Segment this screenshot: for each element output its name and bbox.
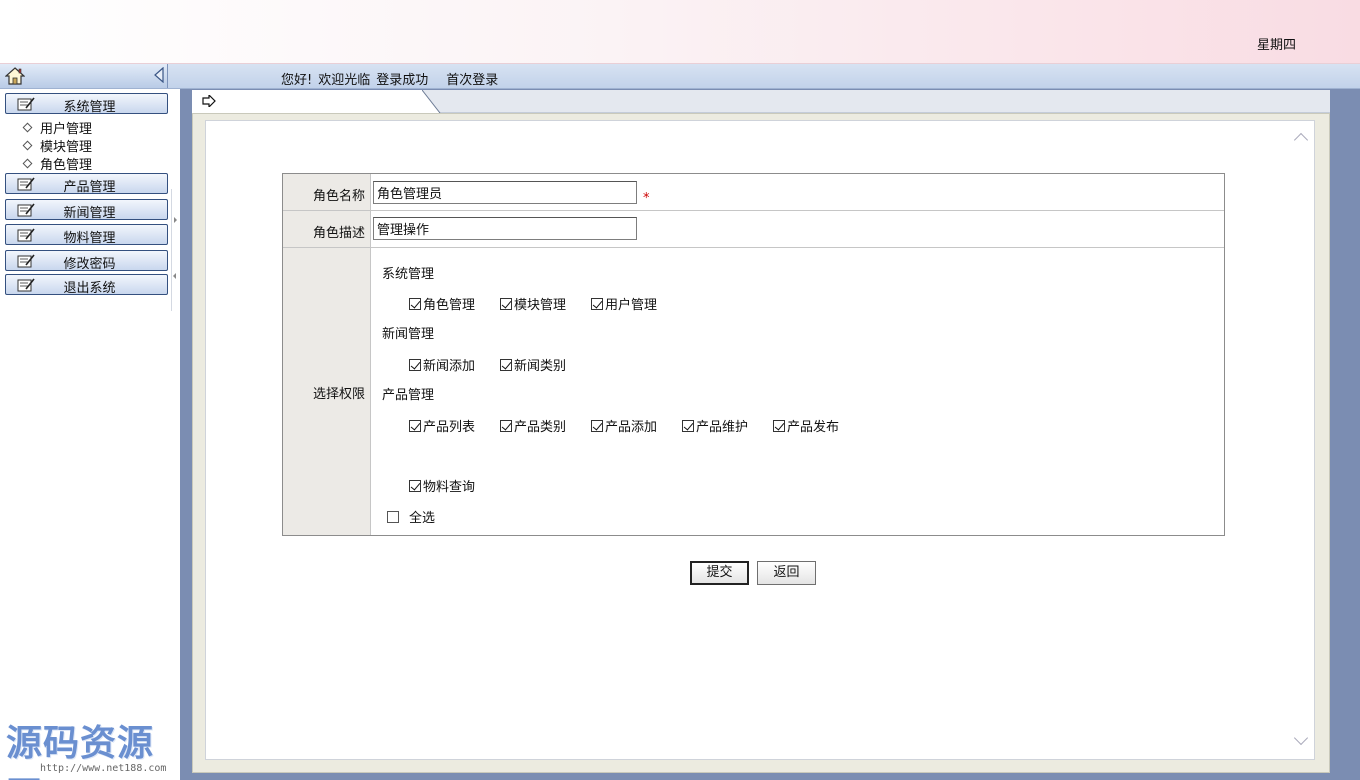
content-panel: 角色名称 * 角色描述 选择权限 系统管理 角色管理 模块管理 用户管理 新闻管… [205,120,1315,760]
watermark-url: http://www.net188.com [40,763,167,774]
checkbox-label: 新闻添加 [423,359,476,374]
sidebar-item-module-management[interactable]: 模块管理 [22,136,93,155]
checkbox-product-add[interactable]: 产品添加 [591,416,657,435]
weekday-text: 星期四 [1256,38,1296,53]
sub-item-label: 模块管理 [40,140,93,155]
checkbox-label: 新闻类别 [514,359,567,374]
welcome-bar: 您好! 欢迎光临 登录成功 首次登录 [0,64,1360,89]
submit-button[interactable]: 提交 [690,561,749,585]
role-desc-input[interactable] [373,217,637,240]
checkbox-news-category[interactable]: 新闻类别 [500,355,566,374]
checkbox-select-all[interactable]: 全选 [387,507,435,526]
sub-item-label: 用户管理 [40,122,93,137]
menu-product-management[interactable]: 产品管理 [5,173,168,195]
checkbox-box[interactable] [773,419,785,432]
group-title-product: 产品管理 [382,388,435,403]
checkbox-label: 产品添加 [605,420,658,435]
tab-edge [422,90,441,113]
diamond-bullet-icon [22,158,33,169]
scroll-up-icon[interactable] [1293,132,1309,148]
checkbox-box[interactable] [500,358,512,371]
diamond-bullet-icon [22,122,33,133]
checkbox-box[interactable] [387,510,399,523]
checkbox-label: 产品类别 [514,420,567,435]
menu-label: 物料管理 [63,231,116,246]
checkbox-module-management[interactable]: 模块管理 [500,294,566,313]
checkbox-label: 全选 [409,511,436,526]
checkbox-label: 产品发布 [787,420,840,435]
back-button[interactable]: 返回 [757,561,816,585]
welcome-text: 欢迎光临 [318,73,371,88]
checkbox-product-category[interactable]: 产品类别 [500,416,566,435]
sidebar-toggle-strip[interactable] [171,189,179,311]
menu-label: 产品管理 [63,180,116,195]
checkbox-box[interactable] [591,297,603,310]
top-banner: 星期四 [0,0,1360,64]
checkbox-label: 模块管理 [514,298,567,313]
diamond-bullet-icon [22,140,33,151]
checkbox-box[interactable] [591,419,603,432]
sidebar-header [0,64,168,88]
main-frame: 角色名称 * 角色描述 选择权限 系统管理 角色管理 模块管理 用户管理 新闻管… [180,89,1360,780]
login-status-text: 登录成功 [376,73,429,88]
row-divider [283,247,1224,248]
welcome-message: 您好! 欢迎光临 登录成功 首次登录 [281,69,504,88]
menu-system-management[interactable]: 系统管理 [5,93,168,115]
checkbox-box[interactable] [500,297,512,310]
content-area: 角色名称 * 角色描述 选择权限 系统管理 角色管理 模块管理 用户管理 新闻管… [192,113,1330,773]
sidebar-item-role-management[interactable]: 角色管理 [22,154,93,173]
expand-arrow-icon[interactable] [174,217,177,223]
checkbox-material-query[interactable]: 物料查询 [409,476,475,495]
menu-logout[interactable]: 退出系统 [5,274,168,296]
menu-change-password[interactable]: 修改密码 [5,250,168,272]
role-name-input[interactable] [373,181,637,204]
collapse-arrow-icon[interactable] [173,273,176,279]
checkbox-role-management[interactable]: 角色管理 [409,294,475,313]
tab-strip [192,90,1330,113]
role-form: 角色名称 * 角色描述 选择权限 系统管理 角色管理 模块管理 用户管理 新闻管… [282,173,1225,536]
menu-label: 新闻管理 [63,206,116,221]
checkbox-box[interactable] [409,419,421,432]
greeting-text: 您好! [281,73,313,88]
first-login-text: 首次登录 [446,73,499,88]
tab-current[interactable] [192,90,440,113]
home-icon[interactable] [5,66,25,86]
checkbox-news-add[interactable]: 新闻添加 [409,355,475,374]
checkbox-user-management[interactable]: 用户管理 [591,294,657,313]
menu-label: 系统管理 [63,100,116,115]
sub-item-label: 角色管理 [40,158,93,173]
checkbox-box[interactable] [409,358,421,371]
arrow-right-icon [202,95,216,107]
menu-label: 退出系统 [63,281,116,296]
checkbox-box[interactable] [682,419,694,432]
permission-label: 选择权限 [312,387,365,402]
group-title-news: 新闻管理 [382,327,435,342]
checkbox-product-publish[interactable]: 产品发布 [773,416,839,435]
menu-label: 修改密码 [63,257,116,272]
menu-material-management[interactable]: 物料管理 [5,224,168,246]
sidebar-item-user-management[interactable]: 用户管理 [22,118,93,137]
checkbox-label: 产品列表 [423,420,476,435]
checkbox-label: 物料查询 [423,480,476,495]
group-title-system: 系统管理 [382,267,435,282]
collapse-sidebar-icon[interactable] [154,67,164,83]
menu-news-management[interactable]: 新闻管理 [5,199,168,221]
checkbox-label: 角色管理 [423,298,476,313]
required-mark: * [643,191,650,206]
checkbox-box[interactable] [409,297,421,310]
checkbox-product-list[interactable]: 产品列表 [409,416,475,435]
checkbox-box[interactable] [409,479,421,492]
scroll-down-icon[interactable] [1293,730,1309,746]
checkbox-product-maintain[interactable]: 产品维护 [682,416,748,435]
checkbox-box[interactable] [500,419,512,432]
checkbox-label: 产品维护 [696,420,749,435]
role-desc-label: 角色描述 [312,226,365,241]
checkbox-label: 用户管理 [605,298,658,313]
row-divider [283,210,1224,211]
sidebar: 系统管理 用户管理 模块管理 角色管理 产品管理 新闻管理 物料管理 修改密码 … [0,89,180,780]
role-name-label: 角色名称 [312,189,365,204]
